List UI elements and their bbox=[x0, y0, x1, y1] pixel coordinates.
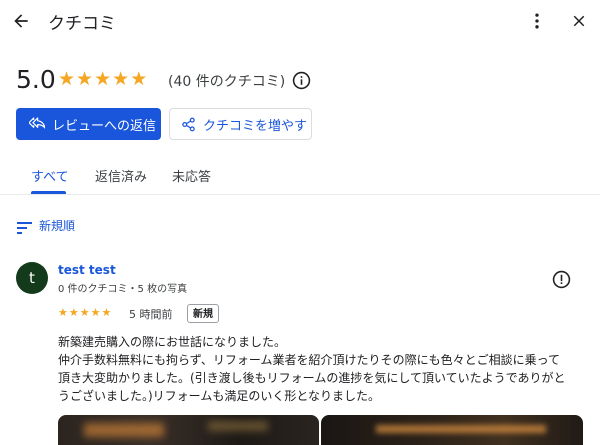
report-icon[interactable] bbox=[552, 270, 571, 289]
reply-all-icon bbox=[29, 117, 45, 131]
star-icon: ★ bbox=[68, 306, 79, 319]
star-icon: ★ bbox=[58, 306, 68, 319]
star-icon: ★ bbox=[130, 68, 148, 90]
star-icon: ★ bbox=[90, 306, 101, 319]
page-title: クチコミ bbox=[48, 14, 116, 34]
reply-to-reviews-button[interactable]: レビューへの返信 bbox=[16, 108, 161, 140]
review-text-line: 新築建売購入の際にお世話になりました。 bbox=[58, 335, 287, 349]
reply-button-label: レビューへの返信 bbox=[52, 118, 157, 134]
star-icon: ★ bbox=[94, 68, 112, 90]
photo-light bbox=[84, 423, 164, 437]
tab-unreplied[interactable]: 未応答 bbox=[172, 166, 211, 185]
get-more-reviews-button[interactable]: クチコミを増やす bbox=[169, 108, 312, 140]
review-photo[interactable] bbox=[321, 415, 583, 445]
reviewer-meta: 0 件のクチコミ・5 枚の写真 bbox=[58, 284, 188, 295]
share-icon bbox=[181, 117, 196, 132]
average-rating: 5.0 bbox=[16, 65, 56, 94]
sort-dropdown[interactable]: 新規順 bbox=[39, 217, 75, 234]
review-text-line: 頂き大変助かりました。(引き渡し後もリフォームの進捗を気にして頂いていたようであ… bbox=[58, 371, 566, 385]
close-icon[interactable] bbox=[566, 8, 592, 34]
rating-stars: ★ ★ ★ ★ ★ bbox=[58, 69, 147, 89]
tab-divider bbox=[0, 194, 600, 195]
photo-light bbox=[376, 425, 546, 433]
review-text-line: 仲介手数料無料にも拘らず、リフォーム業者を紹介頂けたりその際にも色々とご相談に乗… bbox=[58, 353, 560, 367]
star-icon: ★ bbox=[58, 68, 76, 90]
review-text-line: うございました。)リフォームも満足のいく形となりました。 bbox=[58, 389, 380, 403]
review-text: 新築建売購入の際にお世話になりました。 仲介手数料無料にも拘らず、リフォーム業者… bbox=[58, 333, 588, 405]
top-bar: クチコミ bbox=[0, 0, 600, 44]
back-arrow-icon[interactable] bbox=[8, 8, 34, 34]
review-count: (40 件のクチコミ) bbox=[168, 74, 286, 90]
more-vert-icon[interactable] bbox=[525, 8, 549, 34]
sort-icon[interactable] bbox=[17, 219, 33, 234]
new-badge: 新規 bbox=[187, 304, 219, 323]
tab-all[interactable]: すべて bbox=[31, 166, 69, 185]
photo-light bbox=[208, 421, 268, 431]
review-stars: ★ ★ ★ ★ ★ bbox=[58, 306, 111, 319]
avatar[interactable]: t bbox=[16, 262, 48, 294]
reviewer-name[interactable]: test test bbox=[58, 263, 116, 277]
review-photo[interactable] bbox=[58, 415, 319, 445]
star-icon: ★ bbox=[79, 306, 90, 319]
review-time: 5 時間前 bbox=[129, 308, 173, 321]
star-icon: ★ bbox=[76, 68, 94, 90]
tab-replied[interactable]: 返信済み bbox=[95, 166, 147, 185]
star-icon: ★ bbox=[101, 306, 112, 319]
info-icon[interactable] bbox=[292, 71, 311, 90]
star-icon: ★ bbox=[112, 68, 130, 90]
share-button-label: クチコミを増やす bbox=[203, 118, 308, 134]
